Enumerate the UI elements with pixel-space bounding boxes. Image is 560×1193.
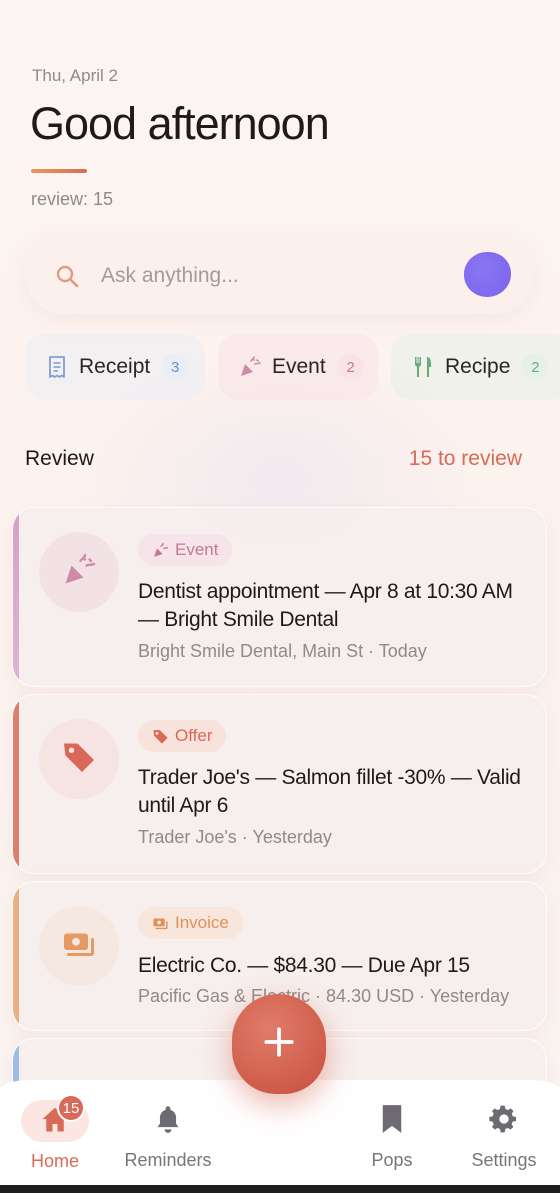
fork-knife-icon (411, 355, 435, 379)
card-accent-stripe (13, 695, 19, 873)
card-type-tag: Invoice (138, 907, 243, 939)
card-title: Electric Co. — $84.30 — Due Apr 15 (138, 954, 470, 977)
card-meta: Trader Joe's · Yesterday (138, 827, 332, 847)
card-type-tag: Event (138, 534, 233, 566)
search-input[interactable] (101, 261, 421, 291)
chip-count: 2 (337, 354, 364, 380)
card-avatar (39, 906, 119, 986)
money-bill-icon (61, 926, 97, 967)
party-popper-icon (61, 552, 97, 593)
home-badge: 15 (57, 1094, 85, 1122)
card-accent-stripe (13, 882, 19, 1030)
nav-label: Pops (371, 1150, 413, 1170)
chip-label: Event (272, 355, 326, 378)
card-meta: Bright Smile Dental, Main St · Today (138, 641, 427, 661)
bell-icon (151, 1102, 185, 1136)
bottom-navigation: 15 Home Reminders Pops Settings (0, 1080, 560, 1185)
plus-icon (262, 1025, 296, 1064)
nav-item-reminders[interactable]: Reminders (113, 1080, 223, 1185)
review-card-offer[interactable]: Offer Trader Joe's — Salmon fillet -30% … (12, 694, 547, 874)
chip-count: 2 (522, 354, 549, 380)
tag-label: Event (175, 540, 219, 559)
nav-item-settings[interactable]: Settings (449, 1080, 559, 1185)
system-gesture-bar (0, 1185, 560, 1193)
tag-label: Invoice (175, 913, 229, 932)
accent-divider (31, 169, 87, 173)
chip-label: Recipe (445, 355, 511, 378)
card-avatar (39, 532, 119, 612)
nav-item-home[interactable]: 15 Home (0, 1080, 110, 1185)
card-accent-stripe (13, 508, 19, 686)
nav-label: Home (30, 1151, 79, 1171)
nav-label: Reminders (124, 1150, 212, 1170)
search-icon (55, 264, 79, 288)
assistant-orb-button[interactable] (464, 252, 511, 297)
review-card-event[interactable]: Event Dentist appointment — Apr 8 at 10:… (12, 507, 547, 687)
filter-chip-recipe[interactable]: Recipe 2 (391, 334, 560, 400)
chip-count: 3 (162, 354, 189, 380)
price-tag-icon (61, 739, 97, 780)
tag-label: Offer (175, 726, 213, 745)
party-popper-icon (152, 542, 169, 559)
home-screen: Thu, April 2 Good afternoon review: 15 R… (0, 0, 560, 1193)
filter-chip-receipt[interactable]: Receipt 3 (25, 334, 205, 400)
money-bill-icon (152, 915, 169, 932)
add-fab-button[interactable] (232, 994, 326, 1094)
bookmark-icon (375, 1102, 409, 1136)
greeting-title: Good afternoon (30, 98, 330, 149)
card-title: Trader Joe's — Salmon fillet -30% — Vali… (138, 766, 521, 817)
review-count-label: review: 15 (31, 189, 114, 209)
home-icon-container: 15 (21, 1094, 89, 1142)
price-tag-icon (152, 728, 169, 745)
review-count-link[interactable]: 15 to review (409, 447, 522, 471)
gear-icon (487, 1102, 521, 1136)
chip-label: Receipt (79, 355, 151, 378)
card-title: Dentist appointment — Apr 8 at 10:30 AM … (138, 580, 513, 631)
review-section-title: Review (25, 447, 94, 470)
card-type-tag: Offer (138, 720, 227, 752)
filter-chip-event[interactable]: Event 2 (218, 334, 378, 400)
nav-label: Settings (471, 1150, 537, 1170)
card-avatar (39, 719, 119, 799)
card-meta: Pacific Gas & Electric · 84.30 USD · Yes… (138, 986, 510, 1006)
party-popper-icon (238, 355, 262, 379)
receipt-icon (45, 355, 69, 379)
date-label: Thu, April 2 (32, 66, 118, 85)
nav-item-pops[interactable]: Pops (337, 1080, 447, 1185)
